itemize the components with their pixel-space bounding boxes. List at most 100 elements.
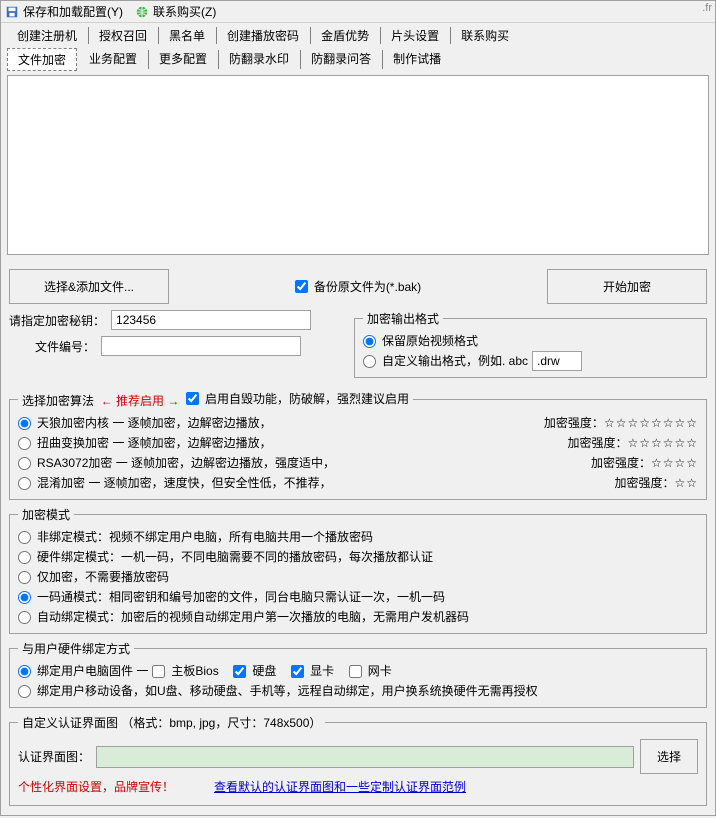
fileno-label: 文件编号： bbox=[35, 338, 95, 355]
tab-黑名单[interactable]: 黑名单 bbox=[159, 25, 215, 46]
self-destroy-input[interactable] bbox=[186, 392, 199, 405]
algo-legend-text: 选择加密算法 bbox=[22, 394, 94, 408]
hw-nic-label: 网卡 bbox=[368, 661, 392, 681]
algo-radio-1[interactable]: 扭曲变换加密 一 逐帧加密，边解密边播放， bbox=[18, 433, 272, 453]
self-destroy-checkbox[interactable]: 启用自毁功能，防破解，强烈建议启用 bbox=[186, 390, 409, 407]
algo-radio-0[interactable]: 天狼加密内核 一 逐帧加密，边解密边播放， bbox=[18, 413, 272, 433]
output-keep-radio[interactable]: 保留原始视频格式 bbox=[363, 331, 478, 351]
mode-legend: 加密模式 bbox=[18, 506, 74, 523]
output-custom-radio[interactable]: 自定义输出格式，例如. abc bbox=[363, 351, 528, 371]
hw-mobile-label: 绑定用户移动设备，如U盘、移动硬盘、手机等，远程自动绑定，用户换系统换硬件无需再… bbox=[37, 681, 538, 701]
authimg-example-link[interactable]: 查看默认的认证界面图和一些定制认证界面范例 bbox=[214, 778, 466, 795]
mode-input-2[interactable] bbox=[18, 571, 31, 584]
tab-金盾优势[interactable]: 金盾优势 bbox=[311, 25, 379, 46]
tab-防翻录问答[interactable]: 防翻录问答 bbox=[301, 48, 381, 71]
authimg-choose-button[interactable]: 选择 bbox=[640, 739, 698, 774]
menu-save-load-label: 保存和加载配置(Y) bbox=[23, 3, 123, 20]
algo-text-3: 混淆加密 一 逐帧加密，速度快，但安全性低，不推荐， bbox=[37, 473, 332, 493]
hw-mobile-input[interactable] bbox=[18, 685, 31, 698]
mode-radio-0[interactable]: 非绑定模式：视频不绑定用户电脑，所有电脑共用一个播放密码 bbox=[18, 527, 373, 547]
algo-recommend: ← 推荐启用 → bbox=[101, 394, 180, 408]
tab-联系购买[interactable]: 联系购买 bbox=[451, 25, 519, 46]
backup-checkbox-input[interactable] bbox=[295, 280, 308, 293]
tab-文件加密[interactable]: 文件加密 bbox=[7, 48, 77, 71]
hw-gpu-input[interactable] bbox=[291, 665, 304, 678]
tab-row-1: 创建注册机授权召回黑名单创建播放密码金盾优势片头设置联系购买 bbox=[1, 23, 715, 46]
hw-firmware-radio[interactable]: 绑定用户电脑固件 一 bbox=[18, 661, 148, 681]
tab-片头设置[interactable]: 片头设置 bbox=[381, 25, 449, 46]
output-custom-label: 自定义输出格式，例如. abc bbox=[382, 351, 528, 371]
hw-mobile-radio[interactable]: 绑定用户移动设备，如U盘、移动硬盘、手机等，远程自动绑定，用户换系统换硬件无需再… bbox=[18, 681, 538, 701]
mode-text-3: 一码通模式：相同密钥和编号加密的文件，同台电脑只需认证一次，一机一码 bbox=[37, 587, 445, 607]
menu-save-load[interactable]: 保存和加载配置(Y) bbox=[5, 3, 123, 20]
mode-text-1: 硬件绑定模式：一机一码，不同电脑需要不同的播放密码，每次播放都认证 bbox=[37, 547, 433, 567]
authimg-fieldset: 自定义认证界面图 （格式：bmp, jpg，尺寸：748x500） 认证界面图：… bbox=[9, 714, 707, 806]
hw-hdd-label: 硬盘 bbox=[252, 661, 276, 681]
algo-input-1[interactable] bbox=[18, 437, 31, 450]
authimg-label: 认证界面图： bbox=[18, 748, 90, 765]
mode-input-1[interactable] bbox=[18, 551, 31, 564]
output-custom-input[interactable] bbox=[363, 355, 376, 368]
hw-nic-checkbox[interactable]: 网卡 bbox=[349, 661, 392, 681]
file-list-area[interactable] bbox=[7, 75, 709, 255]
tab-创建注册机[interactable]: 创建注册机 bbox=[7, 25, 87, 46]
mode-radio-1[interactable]: 硬件绑定模式：一机一码，不同电脑需要不同的播放密码，每次播放都认证 bbox=[18, 547, 433, 567]
mode-text-0: 非绑定模式：视频不绑定用户电脑，所有电脑共用一个播放密码 bbox=[37, 527, 373, 547]
backup-checkbox[interactable]: 备份原文件为(*.bak) bbox=[295, 278, 421, 295]
start-encrypt-button[interactable]: 开始加密 bbox=[547, 269, 707, 304]
algo-strength-3: 加密强度：☆☆ bbox=[614, 473, 698, 493]
backup-label: 备份原文件为(*.bak) bbox=[314, 278, 421, 295]
algo-text-2: RSA3072加密 一 逐帧加密，边解密边播放，强度适中， bbox=[37, 453, 335, 473]
algo-radio-2[interactable]: RSA3072加密 一 逐帧加密，边解密边播放，强度适中， bbox=[18, 453, 335, 473]
algo-strength-1: 加密强度：☆☆☆☆☆☆ bbox=[567, 433, 698, 453]
algo-input-2[interactable] bbox=[18, 457, 31, 470]
tab-防翻录水印[interactable]: 防翻录水印 bbox=[219, 48, 299, 71]
menu-contact[interactable]: 联系购买(Z) bbox=[135, 3, 216, 20]
hw-legend: 与用户硬件绑定方式 bbox=[18, 640, 134, 657]
hw-nic-input[interactable] bbox=[349, 665, 362, 678]
fileno-input[interactable] bbox=[101, 336, 301, 356]
key-input[interactable] bbox=[111, 310, 311, 330]
output-legend: 加密输出格式 bbox=[363, 310, 443, 327]
tab-row-2: 文件加密业务配置更多配置防翻录水印防翻录问答制作试播 bbox=[1, 46, 715, 71]
tab-更多配置[interactable]: 更多配置 bbox=[149, 48, 217, 71]
mode-input-3[interactable] bbox=[18, 591, 31, 604]
algo-strength-2: 加密强度：☆☆☆☆ bbox=[591, 453, 698, 473]
save-icon bbox=[5, 5, 19, 19]
output-keep-input[interactable] bbox=[363, 335, 376, 348]
tab-业务配置[interactable]: 业务配置 bbox=[79, 48, 147, 71]
algo-legend: 选择加密算法 ← 推荐启用 → 启用自毁功能，防破解，强烈建议启用 bbox=[18, 390, 413, 409]
mode-radio-4[interactable]: 自动绑定模式：加密后的视频自动绑定用户第一次播放的电脑，无需用户发机器码 bbox=[18, 607, 469, 627]
algo-strength-0: 加密强度：☆☆☆☆☆☆☆☆ bbox=[544, 413, 698, 433]
select-files-button[interactable]: 选择&添加文件... bbox=[9, 269, 169, 304]
output-ext-input[interactable] bbox=[532, 351, 582, 371]
hw-hdd-checkbox[interactable]: 硬盘 bbox=[233, 661, 276, 681]
hw-gpu-checkbox[interactable]: 显卡 bbox=[291, 661, 334, 681]
tab-制作试播[interactable]: 制作试播 bbox=[383, 48, 451, 71]
algo-radio-3[interactable]: 混淆加密 一 逐帧加密，速度快，但安全性低，不推荐， bbox=[18, 473, 332, 493]
tab-授权召回[interactable]: 授权召回 bbox=[89, 25, 157, 46]
algo-input-3[interactable] bbox=[18, 477, 31, 490]
hw-gpu-label: 显卡 bbox=[310, 661, 334, 681]
tab-创建播放密码[interactable]: 创建播放密码 bbox=[217, 25, 309, 46]
authimg-input[interactable] bbox=[96, 746, 634, 768]
mode-input-4[interactable] bbox=[18, 611, 31, 624]
hw-firmware-input[interactable] bbox=[18, 665, 31, 678]
hw-bios-checkbox[interactable]: 主板Bios bbox=[152, 661, 218, 681]
mode-input-0[interactable] bbox=[18, 531, 31, 544]
menu-bar: 保存和加载配置(Y) 联系购买(Z) bbox=[1, 1, 715, 23]
algo-text-1: 扭曲变换加密 一 逐帧加密，边解密边播放， bbox=[37, 433, 272, 453]
mode-fieldset: 加密模式 非绑定模式：视频不绑定用户电脑，所有电脑共用一个播放密码硬件绑定模式：… bbox=[9, 506, 707, 634]
mode-radio-3[interactable]: 一码通模式：相同密钥和编号加密的文件，同台电脑只需认证一次，一机一码 bbox=[18, 587, 445, 607]
menu-contact-label: 联系购买(Z) bbox=[153, 3, 216, 20]
mode-text-2: 仅加密，不需要播放密码 bbox=[37, 567, 169, 587]
hw-bios-label: 主板Bios bbox=[171, 661, 218, 681]
hw-bios-input[interactable] bbox=[152, 665, 165, 678]
authimg-tip: 个性化界面设置，品牌宣传！ bbox=[18, 778, 174, 795]
algo-input-0[interactable] bbox=[18, 417, 31, 430]
mode-radio-2[interactable]: 仅加密，不需要播放密码 bbox=[18, 567, 169, 587]
globe-icon bbox=[135, 5, 149, 19]
hw-firmware-label: 绑定用户电脑固件 一 bbox=[37, 661, 148, 681]
self-destroy-label: 启用自毁功能，防破解，强烈建议启用 bbox=[205, 390, 409, 407]
hw-hdd-input[interactable] bbox=[233, 665, 246, 678]
